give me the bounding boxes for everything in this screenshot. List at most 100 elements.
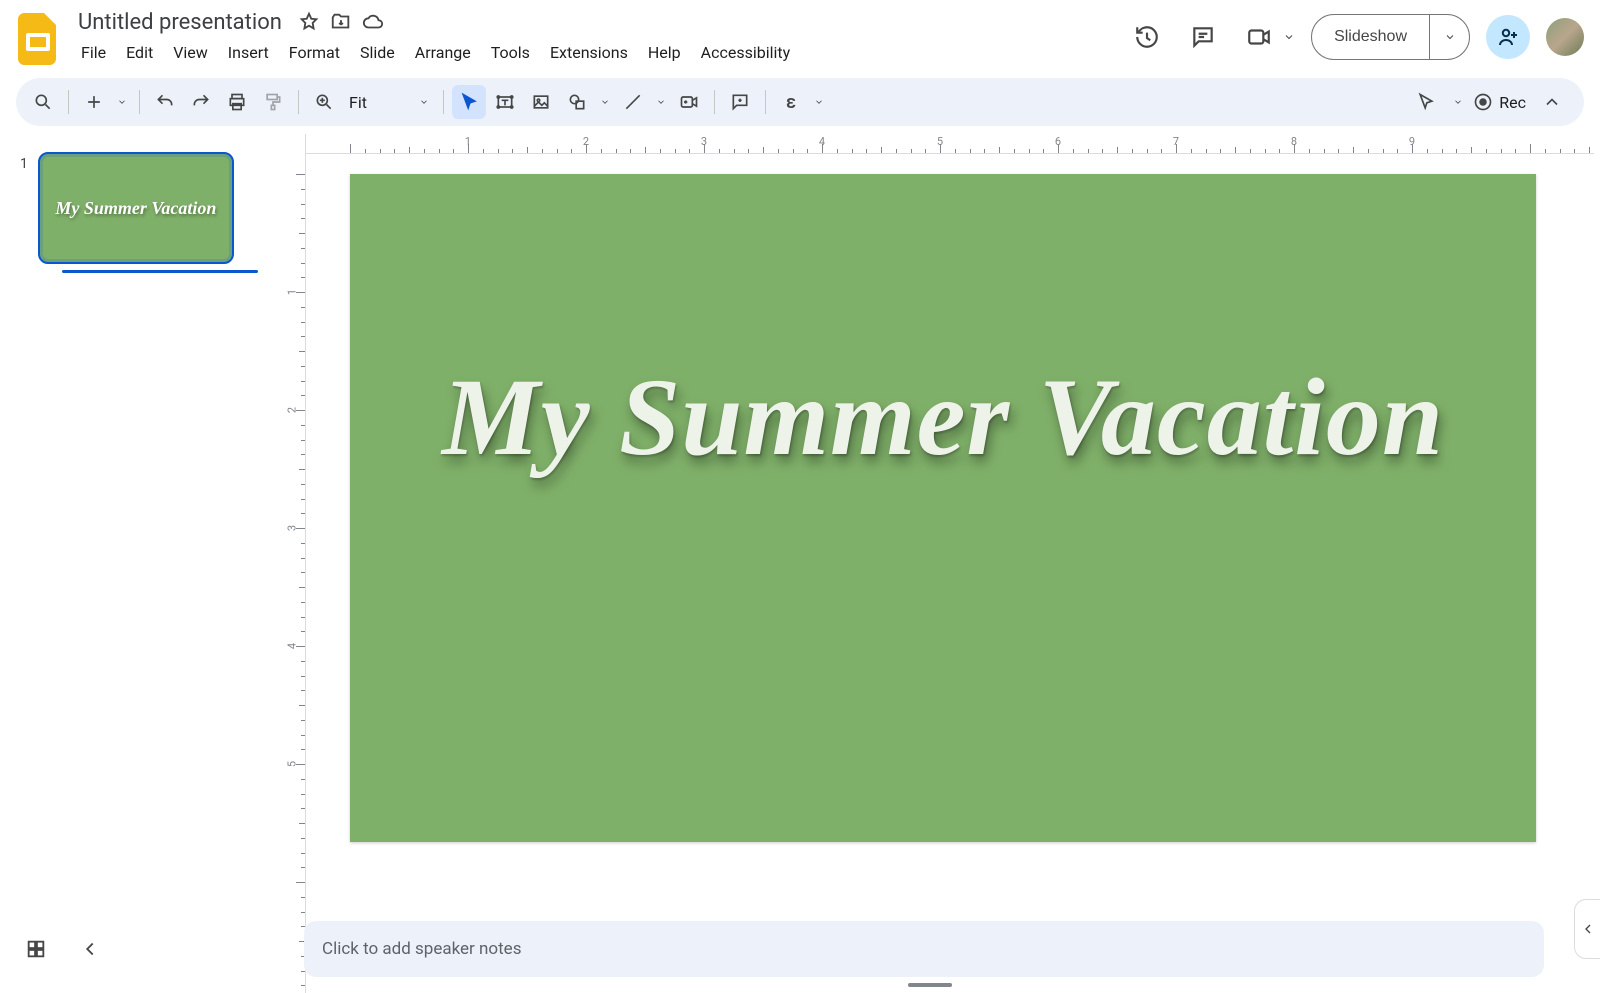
caret-down-icon[interactable] xyxy=(1283,31,1295,43)
menu-accessibility[interactable]: Accessibility xyxy=(692,39,800,66)
account-avatar[interactable] xyxy=(1546,18,1584,56)
meet-icon[interactable] xyxy=(1239,17,1279,57)
slide-canvas[interactable]: My Summer Vacation xyxy=(350,174,1536,842)
slides-logo[interactable] xyxy=(16,10,60,68)
toolbar: Fit ε Rec xyxy=(16,78,1584,126)
caret-down-icon[interactable] xyxy=(1453,97,1463,107)
line-button[interactable] xyxy=(616,85,650,119)
select-tool-button[interactable] xyxy=(452,85,486,119)
share-button[interactable] xyxy=(1486,15,1530,59)
menu-help[interactable]: Help xyxy=(639,39,690,66)
menu-file[interactable]: File xyxy=(72,39,115,66)
caret-down-icon xyxy=(600,97,610,107)
caret-down-icon xyxy=(814,97,824,107)
separator xyxy=(68,90,69,114)
vertical-ruler[interactable]: 12345 xyxy=(286,134,306,993)
separator xyxy=(765,90,766,114)
menu-format[interactable]: Format xyxy=(280,39,349,66)
thumbnail-selected-indicator xyxy=(62,270,258,273)
collapse-toolbar-button[interactable] xyxy=(1536,86,1568,118)
redo-button[interactable] xyxy=(184,85,218,119)
textbox-icon xyxy=(495,92,515,112)
title-row: Untitled presentation xyxy=(72,8,1127,36)
history-icon[interactable] xyxy=(1127,17,1167,57)
textbox-button[interactable] xyxy=(488,85,522,119)
caret-down-icon xyxy=(419,97,429,107)
record-icon xyxy=(1473,92,1493,112)
zoom-button[interactable] xyxy=(307,85,341,119)
app-header: Untitled presentation File Edit View Ins… xyxy=(0,0,1600,72)
paint-roller-icon xyxy=(263,92,283,112)
slide-number: 1 xyxy=(20,152,28,172)
caret-down-icon xyxy=(1444,31,1456,43)
slideshow-combo: Slideshow xyxy=(1311,14,1470,60)
grid-view-button[interactable] xyxy=(16,929,56,969)
pointer-icon xyxy=(1416,92,1436,112)
pointer-button[interactable] xyxy=(1409,85,1443,119)
cursor-icon xyxy=(459,92,479,112)
comments-icon[interactable] xyxy=(1183,17,1223,57)
caret-down-icon xyxy=(117,97,127,107)
separator xyxy=(139,90,140,114)
add-comment-icon xyxy=(730,92,750,112)
chevron-left-icon xyxy=(1580,921,1596,937)
person-add-icon xyxy=(1496,25,1520,49)
menu-bar: File Edit View Insert Format Slide Arran… xyxy=(72,38,1127,66)
star-icon[interactable] xyxy=(298,11,320,33)
new-slide-button[interactable] xyxy=(77,85,111,119)
record-label: Rec xyxy=(1499,93,1526,112)
menu-slide[interactable]: Slide xyxy=(351,39,404,66)
shape-dropdown[interactable] xyxy=(596,85,614,119)
search-icon xyxy=(33,92,53,112)
slide-thumbnail[interactable]: My Summer Vacation xyxy=(38,152,234,264)
menu-extensions[interactable]: Extensions xyxy=(541,39,637,66)
shape-button[interactable] xyxy=(560,85,594,119)
record-button[interactable]: Rec xyxy=(1473,92,1526,112)
side-panel-toggle[interactable] xyxy=(1574,899,1600,959)
speaker-notes-input[interactable]: Click to add speaker notes xyxy=(304,921,1544,977)
menu-tools[interactable]: Tools xyxy=(482,39,539,66)
image-icon xyxy=(531,92,551,112)
move-icon[interactable] xyxy=(330,11,352,33)
script-button[interactable]: ε xyxy=(774,85,808,119)
cloud-status-icon[interactable] xyxy=(362,11,384,33)
caret-down-icon xyxy=(656,97,666,107)
line-dropdown[interactable] xyxy=(652,85,670,119)
slideshow-dropdown[interactable] xyxy=(1429,15,1469,59)
comment-button[interactable] xyxy=(723,85,757,119)
paint-format-button[interactable] xyxy=(256,85,290,119)
video-button[interactable] xyxy=(672,85,706,119)
zoom-select[interactable]: Fit xyxy=(343,93,435,112)
document-title[interactable]: Untitled presentation xyxy=(72,8,288,37)
header-right: Slideshow xyxy=(1127,8,1584,60)
slideshow-button[interactable]: Slideshow xyxy=(1312,15,1429,59)
new-slide-dropdown[interactable] xyxy=(113,85,131,119)
image-button[interactable] xyxy=(524,85,558,119)
print-button[interactable] xyxy=(220,85,254,119)
menu-view[interactable]: View xyxy=(164,39,217,66)
chevron-up-icon xyxy=(1542,92,1562,112)
horizontal-ruler[interactable]: 123456789 xyxy=(306,134,1594,154)
collapse-filmstrip-button[interactable] xyxy=(70,929,110,969)
filmstrip[interactable]: 1 My Summer Vacation xyxy=(0,134,260,993)
toolbar-right-group: Rec xyxy=(1409,85,1574,119)
main-area: 1 My Summer Vacation 12345 123456789 My … xyxy=(0,134,1600,993)
menu-edit[interactable]: Edit xyxy=(117,39,162,66)
separator xyxy=(298,90,299,114)
slide-thumbnail-row: 1 My Summer Vacation xyxy=(20,152,240,273)
speaker-notes-placeholder: Click to add speaker notes xyxy=(322,939,521,959)
separator xyxy=(443,90,444,114)
epsilon-icon: ε xyxy=(786,92,796,113)
script-dropdown[interactable] xyxy=(810,85,828,119)
line-icon xyxy=(623,92,643,112)
print-icon xyxy=(227,92,247,112)
meet-group xyxy=(1239,17,1295,57)
search-menus-button[interactable] xyxy=(26,85,60,119)
menu-arrange[interactable]: Arrange xyxy=(406,39,480,66)
slide-title-text[interactable]: My Summer Vacation xyxy=(400,354,1486,481)
menu-insert[interactable]: Insert xyxy=(219,39,278,66)
undo-button[interactable] xyxy=(148,85,182,119)
zoom-label: Fit xyxy=(349,93,389,112)
toolbar-wrap: Fit ε Rec xyxy=(0,72,1600,134)
shape-icon xyxy=(567,92,587,112)
